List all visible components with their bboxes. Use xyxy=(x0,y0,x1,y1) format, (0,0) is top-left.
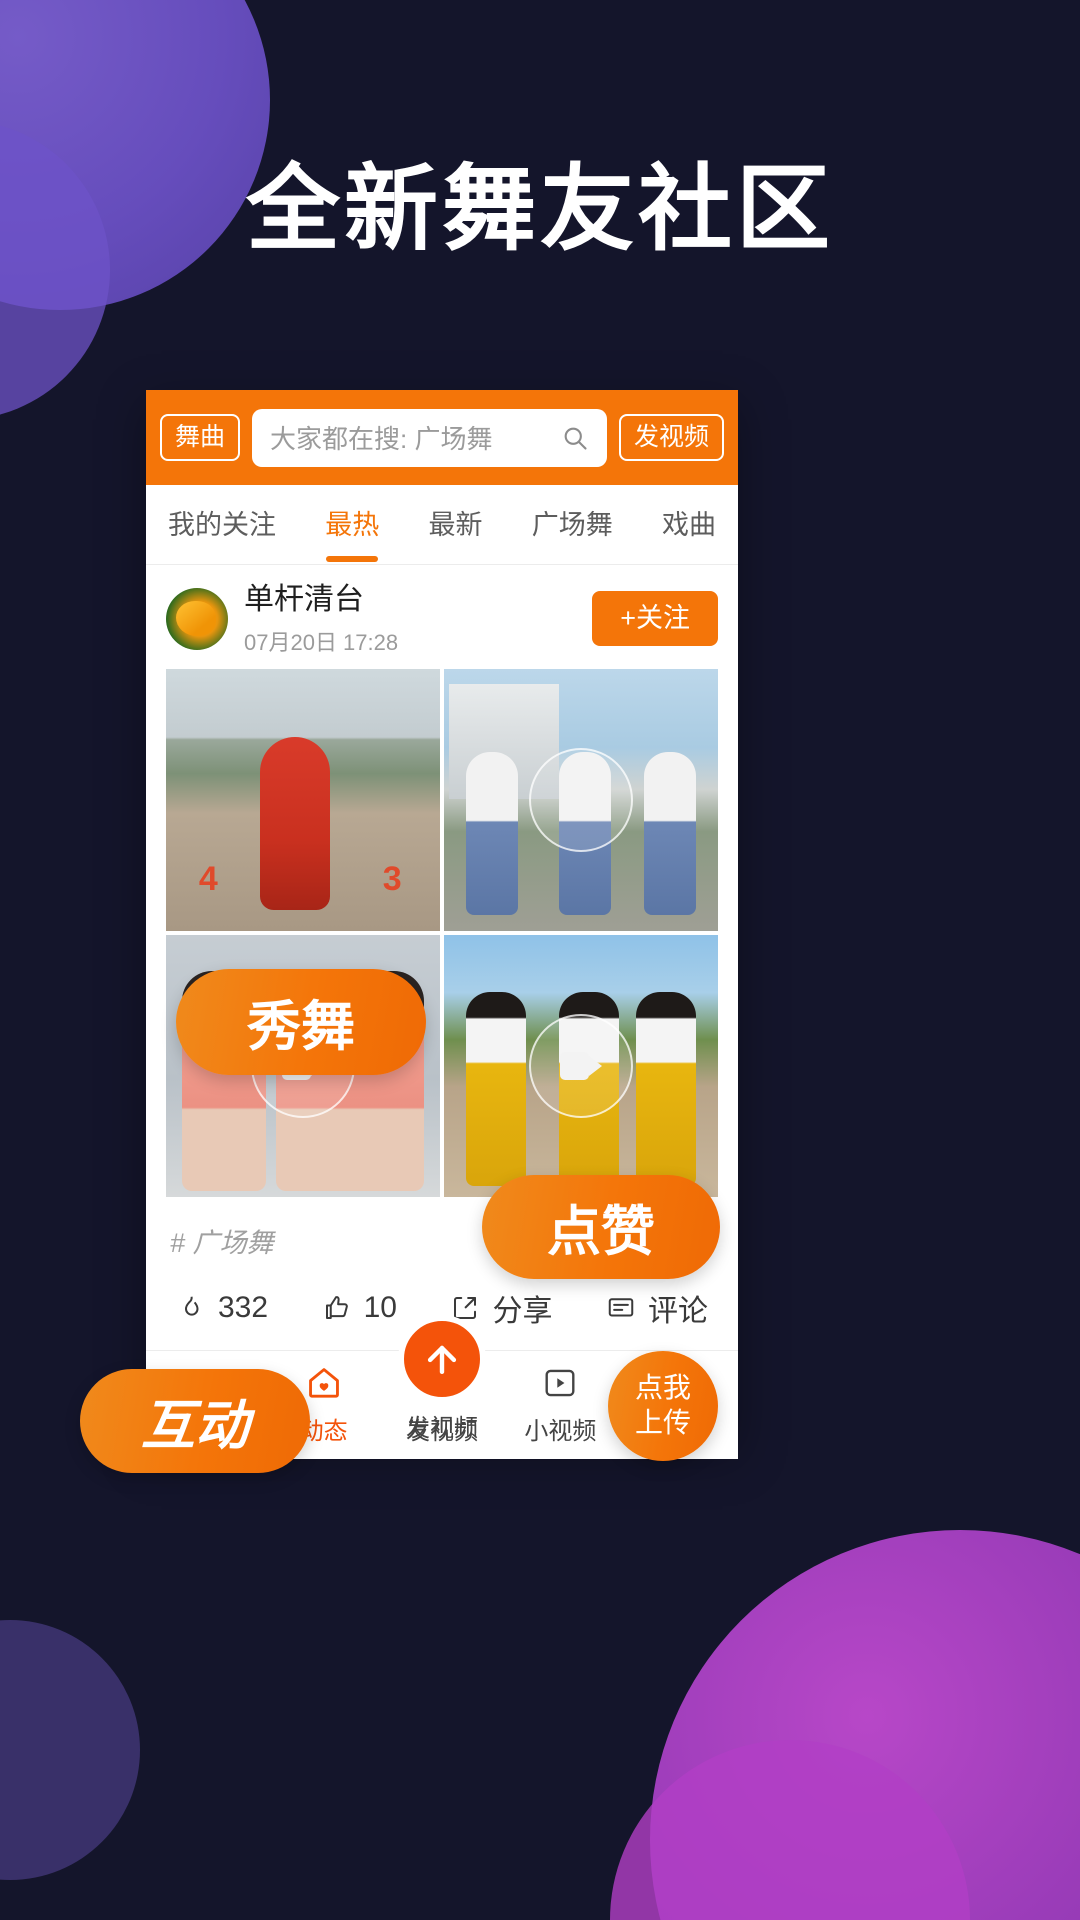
app-screenshot-card: 舞曲 大家都在搜: 广场舞 发视频 我的关注 最热 最新 广场舞 戏曲 单杆清台… xyxy=(80,390,738,1473)
play-button[interactable] xyxy=(529,747,633,852)
photo-overlay-number: 3 xyxy=(382,860,402,899)
comment-button[interactable]: 评论 xyxy=(606,1286,708,1330)
feed-tabs: 我的关注 最热 最新 广场舞 戏曲 xyxy=(146,485,738,565)
play-square-icon xyxy=(541,1363,579,1403)
promo-badge-upload: 点我 上传 xyxy=(608,1350,718,1461)
comment-icon xyxy=(606,1293,636,1323)
post-timestamp: 07月20日 17:28 xyxy=(244,629,399,655)
post-media: 4 3 秀舞 点赞 互动 点我 上传 xyxy=(80,668,738,1473)
media-grid: 4 3 xyxy=(166,668,718,1197)
promo-upload-line2: 上传 xyxy=(634,1406,691,1438)
search-input[interactable]: 大家都在搜: 广场舞 xyxy=(252,408,607,467)
video-camera-icon xyxy=(560,1051,602,1080)
fire-icon xyxy=(176,1293,206,1323)
play-button[interactable] xyxy=(529,1013,633,1118)
media-thumbnail[interactable] xyxy=(444,668,718,931)
page-title: 全新舞友社区 xyxy=(245,156,834,261)
promo-badge-like: 点赞 xyxy=(482,1174,720,1279)
promo-badge-show-dance: 秀舞 xyxy=(176,968,426,1075)
post-username[interactable]: 单杆清台 xyxy=(244,581,576,619)
comment-label: 评论 xyxy=(647,1294,708,1328)
media-thumbnail[interactable] xyxy=(444,934,718,1197)
promo-badge-interact: 互动 xyxy=(80,1368,310,1473)
dark-blob-bottom-left xyxy=(0,1620,140,1880)
photo-subject xyxy=(636,992,697,1187)
upload-arrow-icon xyxy=(427,1345,457,1374)
post-video-button[interactable]: 发视频 xyxy=(618,414,724,461)
like-count[interactable]: 10 xyxy=(322,1291,397,1325)
like-count-value: 10 xyxy=(363,1290,397,1324)
home-heart-icon xyxy=(305,1363,343,1403)
photo-subject xyxy=(644,752,697,915)
search-icon[interactable] xyxy=(561,424,589,452)
hot-count[interactable]: 332 xyxy=(176,1291,268,1325)
photo-subject xyxy=(465,752,518,915)
nav-label-post-video: 发视频 xyxy=(406,1414,478,1442)
promo-upload-line1: 点我 xyxy=(634,1372,691,1404)
post-meta: 单杆清台 07月20日 17:28 xyxy=(244,581,576,657)
tab-my-follows[interactable]: 我的关注 xyxy=(168,503,276,546)
post-header: 单杆清台 07月20日 17:28 +关注 xyxy=(146,565,738,669)
follow-button[interactable]: +关注 xyxy=(592,591,718,647)
tab-newest[interactable]: 最新 xyxy=(429,503,483,546)
nav-item-short-video[interactable]: 小视频 xyxy=(501,1363,619,1446)
post-video-fab[interactable] xyxy=(398,1314,486,1403)
share-label: 分享 xyxy=(492,1294,553,1328)
photo-subject xyxy=(465,992,526,1187)
app-header: 舞曲 大家都在搜: 广场舞 发视频 xyxy=(146,390,738,485)
avatar[interactable] xyxy=(166,587,228,650)
music-category-button[interactable]: 舞曲 xyxy=(160,414,241,461)
tab-square-dance[interactable]: 广场舞 xyxy=(532,503,613,546)
video-camera-icon xyxy=(560,785,602,814)
nav-label: 小视频 xyxy=(524,1417,597,1445)
tab-opera[interactable]: 戏曲 xyxy=(662,503,716,546)
photo-overlay-number: 4 xyxy=(198,860,218,899)
thumbs-up-icon xyxy=(322,1293,352,1323)
photo-subject xyxy=(259,736,330,910)
media-thumbnail[interactable]: 4 3 xyxy=(166,668,440,931)
tab-hottest[interactable]: 最热 xyxy=(325,503,379,546)
search-placeholder: 大家都在搜: 广场舞 xyxy=(270,424,493,454)
hot-count-value: 332 xyxy=(218,1290,269,1324)
